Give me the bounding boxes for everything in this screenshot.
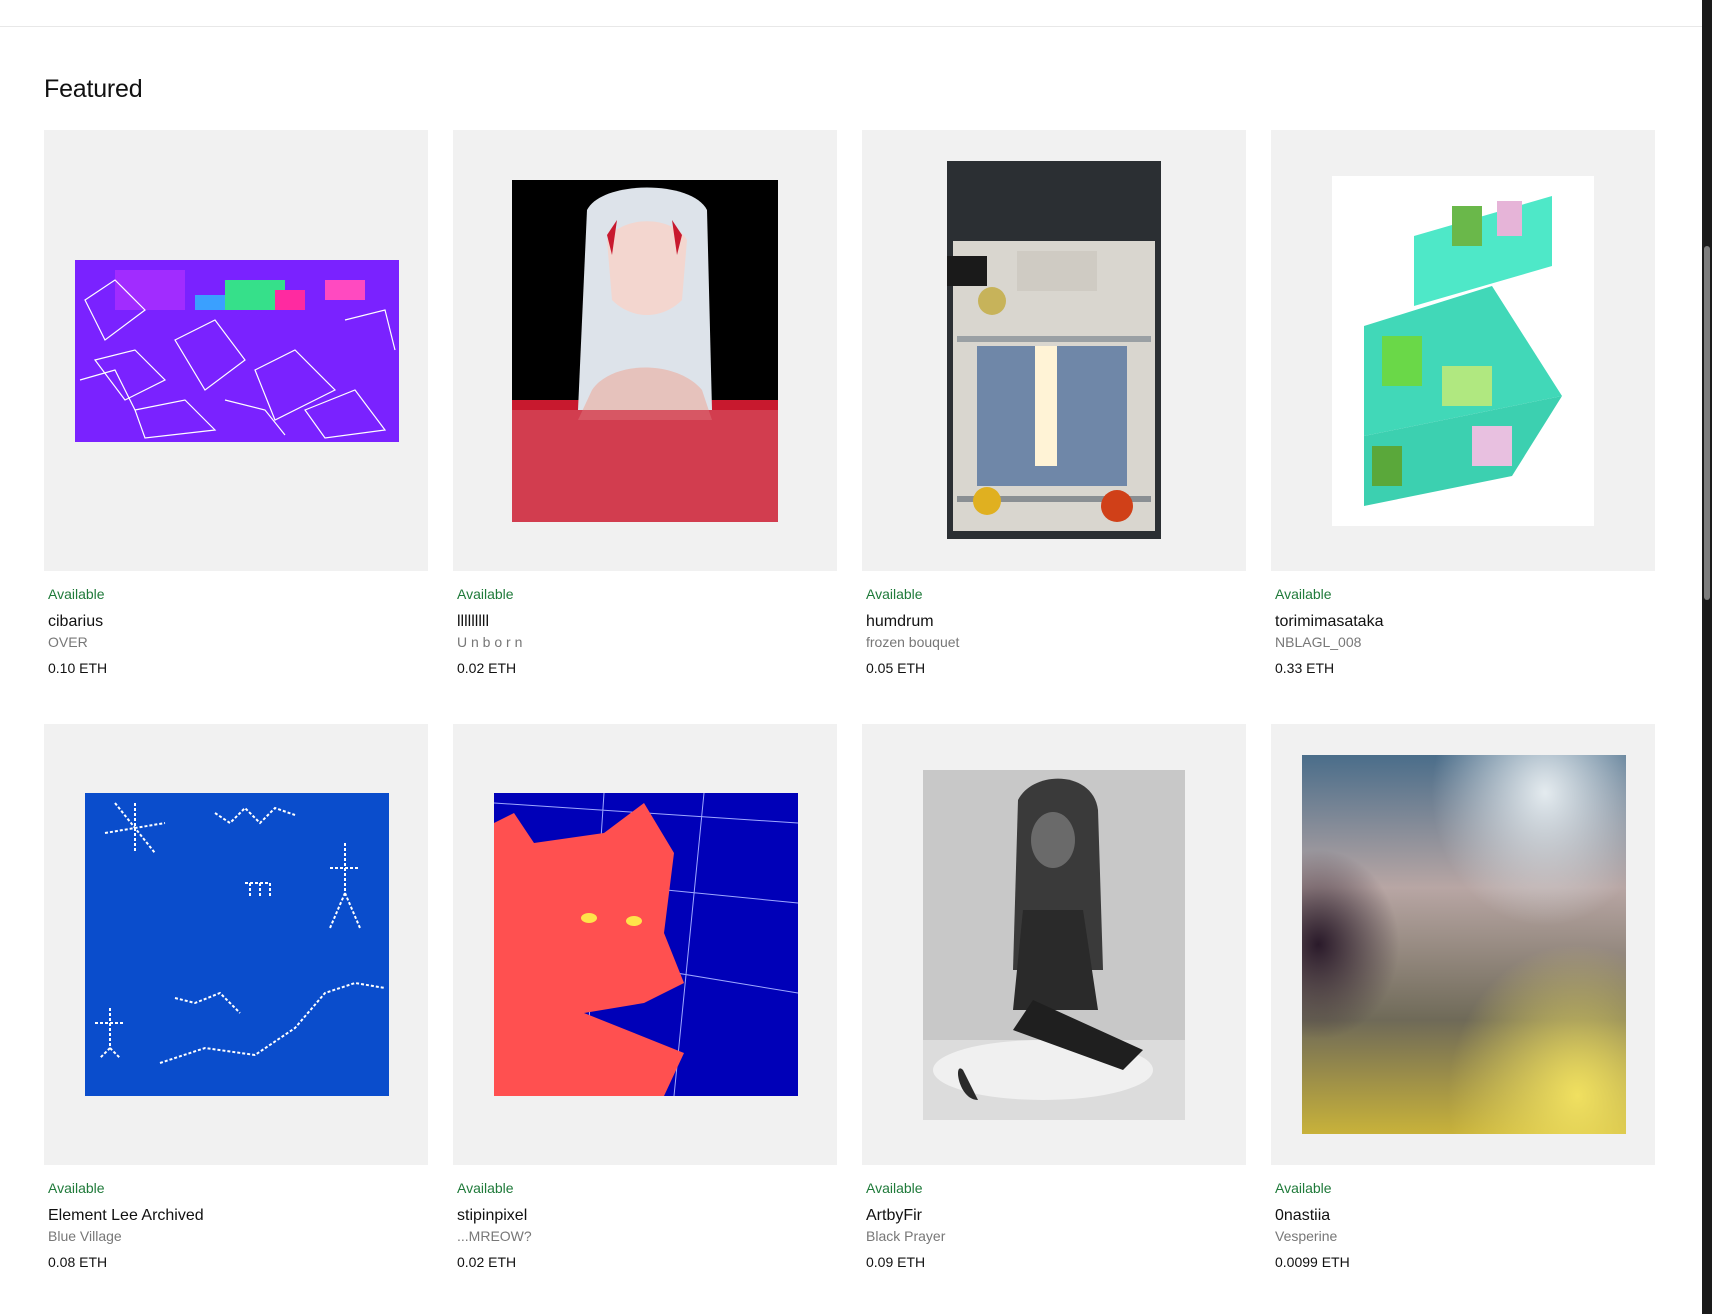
featured-grid: Available cibarius OVER 0.10 ETH Availab…: [44, 130, 1655, 1270]
artwork-thumbnail[interactable]: [453, 130, 837, 571]
artist-name[interactable]: humdrum: [866, 612, 1246, 631]
artwork-card[interactable]: Available stipinpixel ...MREOW? 0.02 ETH: [453, 724, 837, 1270]
artwork-title[interactable]: NBLAGL_008: [1275, 634, 1655, 651]
scrollbar[interactable]: [1702, 0, 1712, 1314]
artwork-title[interactable]: Vesperine: [1275, 1228, 1655, 1245]
artwork-card[interactable]: Available lllllllll U n b o r n 0.02 ETH: [453, 130, 837, 676]
availability-status: Available: [1275, 1180, 1332, 1196]
artwork-card[interactable]: Available 0nastiia Vesperine 0.0099 ETH: [1271, 724, 1655, 1270]
availability-status: Available: [866, 586, 923, 602]
artwork-thumbnail[interactable]: [862, 724, 1246, 1165]
artist-name[interactable]: cibarius: [48, 612, 428, 631]
artwork-card[interactable]: Available torimimasataka NBLAGL_008 0.33…: [1271, 130, 1655, 676]
artwork-title[interactable]: frozen bouquet: [866, 634, 1246, 651]
availability-status: Available: [48, 1180, 105, 1196]
page: Featured Available cibarius OVER 0.10 ET…: [0, 0, 1712, 1314]
artwork-title[interactable]: OVER: [48, 634, 428, 651]
top-bar: [0, 0, 1702, 27]
scrollbar-thumb[interactable]: [1704, 246, 1710, 600]
artwork-card[interactable]: Available humdrum frozen bouquet 0.05 ET…: [862, 130, 1246, 676]
artwork-card[interactable]: Available Element Lee Archived Blue Vill…: [44, 724, 428, 1270]
artwork-thumbnail[interactable]: [1271, 724, 1655, 1165]
availability-status: Available: [457, 586, 514, 602]
artwork-card[interactable]: Available cibarius OVER 0.10 ETH: [44, 130, 428, 676]
artwork-card[interactable]: Available ArtbyFir Black Prayer 0.09 ETH: [862, 724, 1246, 1270]
artwork-image: [1302, 755, 1626, 1134]
artwork-thumbnail[interactable]: [44, 130, 428, 571]
artwork-thumbnail[interactable]: [453, 724, 837, 1165]
artwork-price: 0.02 ETH: [457, 660, 517, 676]
artwork-image: [923, 770, 1185, 1120]
artist-name[interactable]: Element Lee Archived: [48, 1206, 428, 1225]
artwork-image: [85, 793, 389, 1096]
artwork-image: [947, 161, 1161, 539]
artist-name[interactable]: torimimasataka: [1275, 612, 1655, 631]
artwork-title[interactable]: ...MREOW?: [457, 1228, 837, 1245]
artwork-price: 0.05 ETH: [866, 660, 926, 676]
artwork-image: [512, 180, 778, 522]
section-title: Featured: [44, 75, 143, 103]
artist-name[interactable]: ArtbyFir: [866, 1206, 1246, 1225]
artwork-image: [75, 260, 399, 442]
availability-status: Available: [866, 1180, 923, 1196]
artwork-title[interactable]: U n b o r n: [457, 634, 837, 651]
artist-name[interactable]: lllllllll: [457, 612, 837, 631]
artwork-thumbnail[interactable]: [1271, 130, 1655, 571]
artwork-image: [494, 793, 798, 1096]
artwork-thumbnail[interactable]: [862, 130, 1246, 571]
artwork-image: [1332, 176, 1594, 526]
availability-status: Available: [457, 1180, 514, 1196]
artist-name[interactable]: 0nastiia: [1275, 1206, 1655, 1225]
artwork-price: 0.02 ETH: [457, 1254, 517, 1270]
availability-status: Available: [1275, 586, 1332, 602]
artwork-title[interactable]: Black Prayer: [866, 1228, 1246, 1245]
artwork-thumbnail[interactable]: [44, 724, 428, 1165]
availability-status: Available: [48, 586, 105, 602]
artwork-price: 0.09 ETH: [866, 1254, 926, 1270]
artwork-price: 0.33 ETH: [1275, 660, 1335, 676]
artwork-price: 0.0099 ETH: [1275, 1254, 1350, 1270]
artwork-title[interactable]: Blue Village: [48, 1228, 428, 1245]
artwork-price: 0.08 ETH: [48, 1254, 108, 1270]
artwork-price: 0.10 ETH: [48, 660, 108, 676]
artist-name[interactable]: stipinpixel: [457, 1206, 837, 1225]
